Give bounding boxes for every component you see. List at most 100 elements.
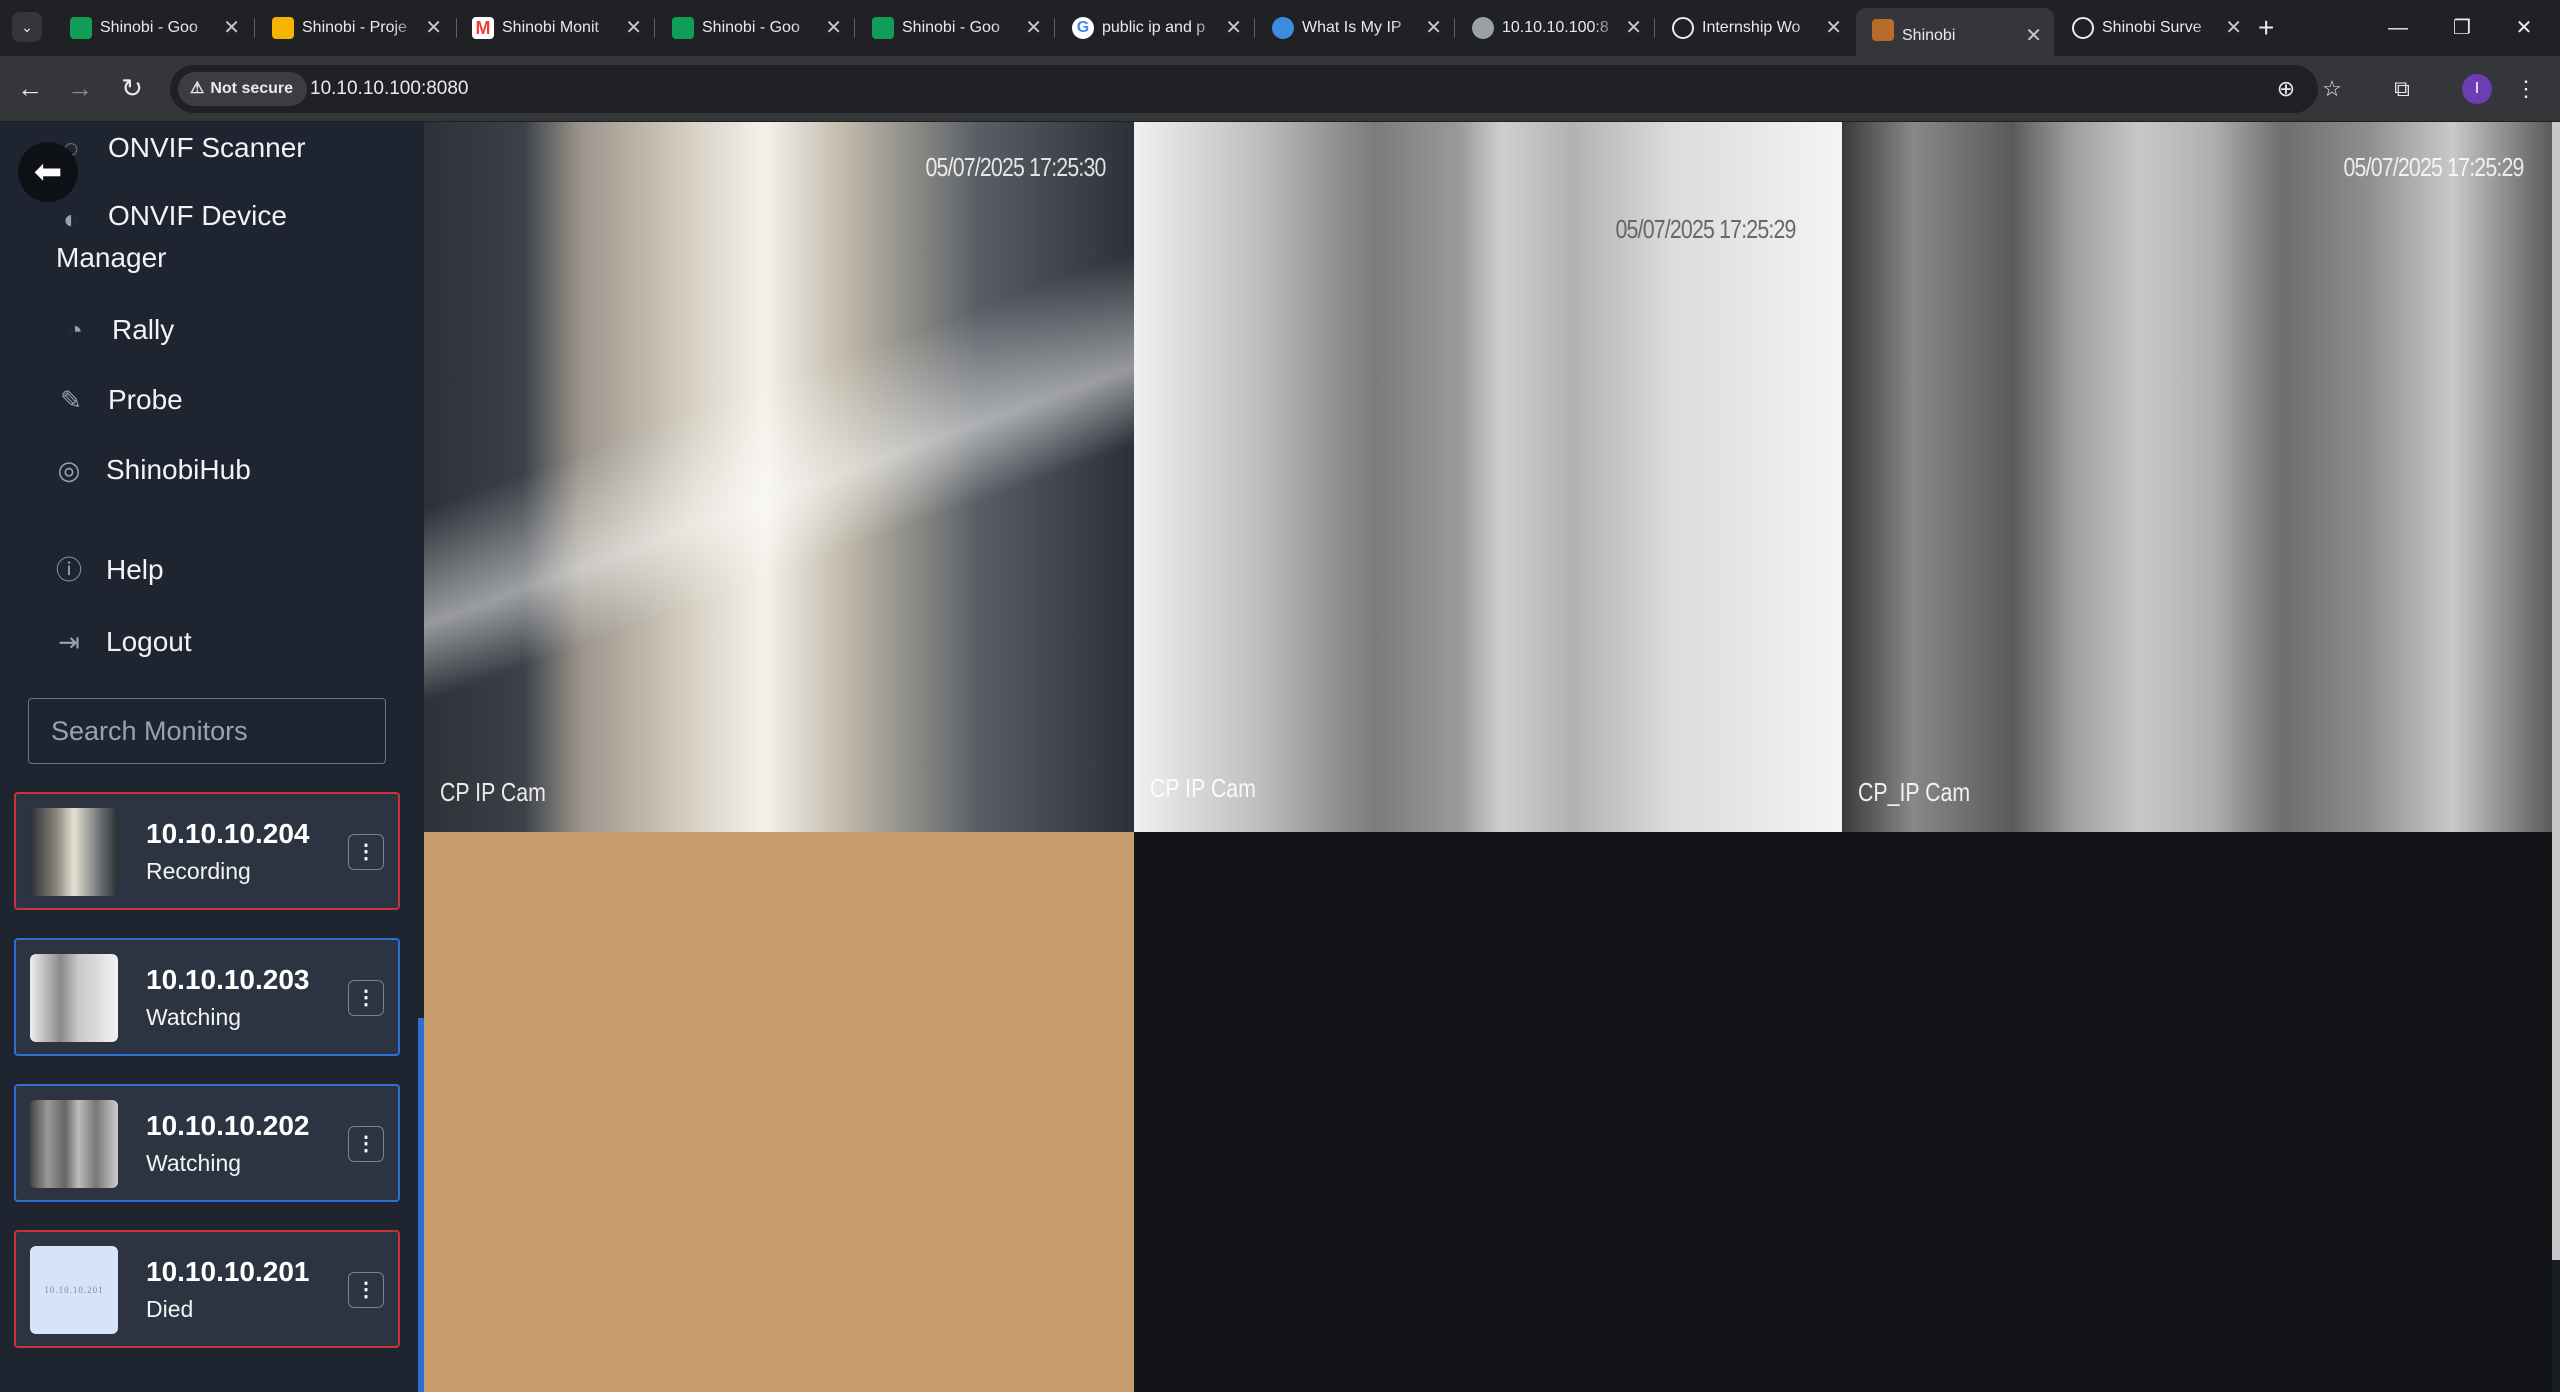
close-icon[interactable]: ✕: [1425, 8, 1442, 48]
monitor-thumbnail: [30, 1100, 118, 1188]
sidebar-item-rally[interactable]: ◔ Rally: [60, 314, 174, 346]
browser-tab[interactable]: Shinobi Surve ✕: [2056, 8, 2254, 48]
browser-tab[interactable]: Shinobi - Goo ✕: [54, 8, 252, 48]
camera-feed-4-placeholder[interactable]: [424, 832, 1134, 1392]
close-icon[interactable]: ✕: [1825, 8, 1842, 48]
eyedropper-icon: ✎: [60, 385, 82, 415]
sidebar-item-probe[interactable]: ✎ Probe: [56, 384, 183, 416]
camera-feed-1[interactable]: 05/07/2025 17:25:30 CP IP Cam: [424, 122, 1134, 832]
page-scrollbar-thumb[interactable]: [2552, 122, 2560, 1260]
profile-avatar[interactable]: I: [2462, 74, 2492, 104]
sidebar-item-help[interactable]: ⓘ Help: [54, 554, 164, 586]
browser-tab[interactable]: 10.10.10.100:8 ✕: [1456, 8, 1654, 48]
search-monitors-input[interactable]: Search Monitors: [28, 698, 386, 764]
restore-icon[interactable]: ❐: [2432, 8, 2492, 48]
zoom-icon[interactable]: ⊕: [2270, 73, 2302, 105]
tab-divider: [654, 18, 655, 38]
security-label: Not secure: [210, 80, 294, 97]
monitor-name: 10.10.10.204: [146, 818, 310, 849]
close-icon[interactable]: ✕: [2225, 8, 2242, 48]
monitor-status: Watching: [146, 1004, 242, 1030]
tab-title: What Is My IP: [1302, 19, 1402, 36]
tab-title: 10.10.10.100:8: [1502, 19, 1609, 36]
tab-title: public ip and p: [1102, 19, 1206, 36]
monitor-card[interactable]: 10.10.10.201 10.10.10.201 Died ⋮: [14, 1230, 400, 1348]
monitor-name: 10.10.10.203: [146, 964, 310, 995]
security-chip[interactable]: ⚠ Not secure: [178, 72, 308, 106]
monitor-card[interactable]: 10.10.10.203 Watching ⋮: [14, 938, 400, 1056]
sidebar-item-label: ONVIF Device: [108, 200, 287, 231]
circle-icon: ◐: [63, 204, 79, 234]
monitor-status: Watching: [146, 1150, 242, 1176]
sidebar-item-label: ShinobiHub: [106, 454, 251, 485]
sidebar-item-label: Logout: [106, 626, 192, 657]
monitor-options-icon[interactable]: ⋮: [348, 834, 384, 870]
tab-divider: [1254, 18, 1255, 38]
warning-icon: ⚠: [190, 80, 205, 97]
google-icon: G: [1072, 17, 1094, 39]
sidebar-item-shinobihub[interactable]: ◎ ShinobiHub: [54, 454, 251, 486]
close-icon[interactable]: ✕: [223, 8, 240, 48]
forward-icon[interactable]: →: [62, 70, 98, 106]
sidebar-item-onvif-device-manager[interactable]: ◐ ONVIF Device: [56, 200, 287, 234]
close-icon[interactable]: ✕: [425, 8, 442, 48]
tab-title: Shinobi - Goo: [702, 19, 800, 36]
close-window-icon[interactable]: ✕: [2494, 8, 2554, 48]
monitor-options-icon[interactable]: ⋮: [348, 1126, 384, 1162]
close-icon[interactable]: ✕: [1225, 8, 1242, 48]
browser-tab[interactable]: Shinobi - Goo ✕: [656, 8, 854, 48]
sidebar-item-onvif-scanner[interactable]: ◌ ONVIF Scanner: [56, 132, 306, 164]
browser-toolbar: ← → ↻ ⚠ Not secure 10.10.10.100:8080 ⊕ ☆ …: [0, 56, 2560, 122]
new-tab-button[interactable]: +: [2258, 10, 2274, 46]
monitor-options-icon[interactable]: ⋮: [348, 1272, 384, 1308]
close-icon[interactable]: ✕: [1625, 8, 1642, 48]
extensions-icon[interactable]: ⧉: [2384, 71, 2420, 107]
close-icon[interactable]: ✕: [625, 8, 642, 48]
monitor-card[interactable]: 10.10.10.204 Recording ⋮: [14, 792, 400, 910]
tab-title: Internship Wo: [1702, 19, 1801, 36]
globe-icon: [1272, 17, 1294, 39]
monitor-status: Recording: [146, 858, 251, 884]
sidebar-item-label-continued: Manager: [56, 242, 167, 273]
sheets-icon: [672, 17, 694, 39]
url-text[interactable]: 10.10.10.100:8080: [310, 65, 469, 113]
bookmark-star-icon[interactable]: ☆: [2316, 73, 2348, 105]
tab-title: Shinobi - Goo: [100, 19, 198, 36]
back-icon[interactable]: ←: [12, 70, 48, 106]
sidebar-item-logout[interactable]: ⇥ Logout: [54, 626, 192, 658]
monitor-options-icon[interactable]: ⋮: [348, 980, 384, 1016]
camera-feed-2[interactable]: 05/07/2025 17:25:29 CP IP Cam: [1134, 122, 1842, 832]
browser-tab[interactable]: Shinobi - Proje ✕: [256, 8, 454, 48]
sidebar: ◌ ONVIF Scanner ⬅ ◐ ONVIF Device Manager…: [0, 122, 424, 1392]
address-bar[interactable]: ⚠ Not secure 10.10.10.100:8080 ⊕ ☆: [170, 65, 2342, 113]
close-icon[interactable]: ✕: [2025, 8, 2042, 56]
tab-title: Shinobi - Goo: [902, 19, 1000, 36]
chatgpt-icon: [2072, 17, 2094, 39]
monitor-name: 10.10.10.201: [146, 1256, 310, 1287]
browser-tab[interactable]: G public ip and p ✕: [1056, 8, 1254, 48]
browser-tab[interactable]: M Shinobi Monit ✕: [456, 8, 654, 48]
gmail-icon: M: [472, 17, 494, 39]
camera-timestamp: 05/07/2025 17:25:30: [925, 152, 1107, 182]
browser-tab[interactable]: Internship Wo ✕: [1656, 8, 1854, 48]
logout-icon: ⇥: [58, 627, 80, 657]
back-arrow-button[interactable]: ⬅: [18, 142, 78, 202]
monitor-thumbnail: [30, 808, 118, 896]
monitor-thumbnail: [30, 954, 118, 1042]
browser-tab-active[interactable]: Shinobi ✕: [1856, 8, 2054, 56]
monitor-thumbnail: 10.10.10.201: [30, 1246, 118, 1334]
sidebar-item-label: ONVIF Scanner: [108, 132, 306, 163]
chatgpt-icon: [1672, 17, 1694, 39]
tab-search-chevron-icon[interactable]: ⌄: [12, 12, 42, 42]
browser-tab[interactable]: Shinobi - Goo ✕: [856, 8, 1054, 48]
close-icon[interactable]: ✕: [1025, 8, 1042, 48]
camera-feed-3[interactable]: 05/07/2025 17:25:29 CP_IP Cam: [1842, 122, 2552, 832]
reload-icon[interactable]: ↻: [114, 70, 150, 106]
minimize-icon[interactable]: —: [2368, 8, 2428, 48]
close-icon[interactable]: ✕: [825, 8, 842, 48]
browser-tab[interactable]: What Is My IP ✕: [1256, 8, 1454, 48]
more-menu-icon[interactable]: ⋮: [2508, 71, 2544, 107]
info-icon: ⓘ: [55, 555, 82, 585]
monitor-card[interactable]: 10.10.10.202 Watching ⋮: [14, 1084, 400, 1202]
tab-divider: [1654, 18, 1655, 38]
